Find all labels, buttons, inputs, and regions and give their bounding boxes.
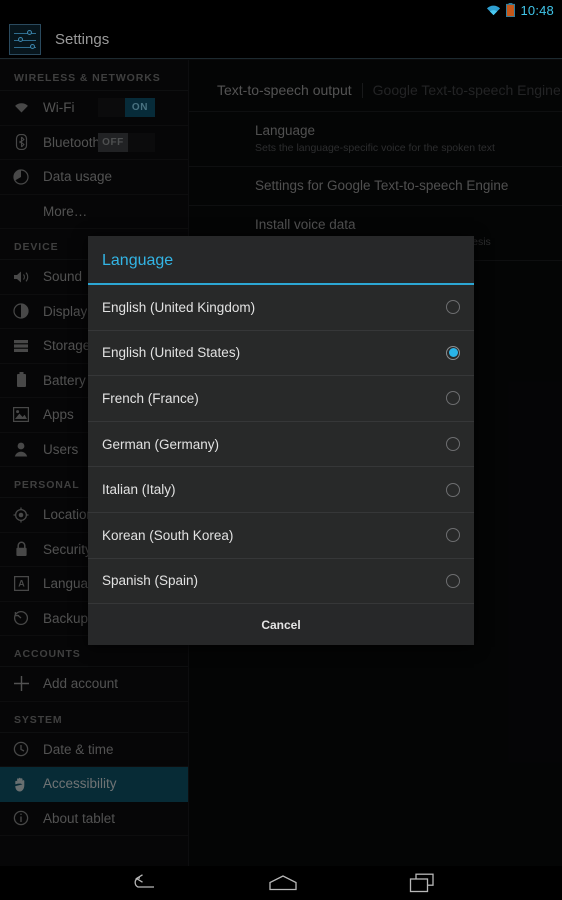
recents-icon[interactable] bbox=[409, 873, 435, 893]
radio-button[interactable] bbox=[446, 391, 460, 406]
option-label: Italian (Italy) bbox=[102, 482, 176, 498]
radio-button[interactable] bbox=[446, 528, 460, 543]
cancel-button[interactable]: Cancel bbox=[261, 618, 300, 632]
option-label: German (Germany) bbox=[102, 436, 220, 452]
radio-button[interactable] bbox=[446, 573, 460, 588]
radio-button-selected[interactable] bbox=[446, 345, 460, 360]
language-option-ko-kr[interactable]: Korean (South Korea) bbox=[88, 512, 474, 559]
radio-button[interactable] bbox=[446, 300, 460, 315]
option-label: French (France) bbox=[102, 390, 199, 406]
page-title: Settings bbox=[55, 30, 110, 48]
option-label: Spanish (Spain) bbox=[102, 573, 199, 589]
language-dialog: Language English (United Kingdom) Englis… bbox=[88, 236, 474, 646]
home-icon[interactable] bbox=[267, 874, 299, 892]
language-option-en-us[interactable]: English (United States) bbox=[88, 330, 474, 377]
dialog-title: Language bbox=[88, 236, 474, 285]
status-time: 10:48 bbox=[520, 2, 554, 18]
option-label: Korean (South Korea) bbox=[102, 527, 234, 543]
radio-button[interactable] bbox=[446, 437, 460, 452]
option-label: English (United Kingdom) bbox=[102, 299, 256, 315]
language-option-it-it[interactable]: Italian (Italy) bbox=[88, 467, 474, 513]
back-icon[interactable] bbox=[127, 874, 157, 892]
option-label: English (United States) bbox=[102, 345, 241, 361]
dialog-footer: Cancel bbox=[88, 604, 474, 646]
battery-icon bbox=[506, 3, 516, 17]
language-option-en-gb[interactable]: English (United Kingdom) bbox=[88, 285, 474, 331]
action-bar: Settings bbox=[0, 20, 562, 59]
language-option-fr-fr[interactable]: French (France) bbox=[88, 376, 474, 422]
wifi-icon bbox=[487, 5, 501, 16]
tablet-screen: 10:48 Settings WIRELESS & NETWORKS Wi-Fi… bbox=[0, 0, 562, 900]
navigation-bar bbox=[0, 866, 562, 900]
status-bar: 10:48 bbox=[0, 0, 562, 20]
settings-sliders-icon[interactable] bbox=[9, 23, 41, 55]
radio-button[interactable] bbox=[446, 482, 460, 497]
language-option-es-es[interactable]: Spanish (Spain) bbox=[88, 558, 474, 605]
language-option-de-de[interactable]: German (Germany) bbox=[88, 421, 474, 468]
